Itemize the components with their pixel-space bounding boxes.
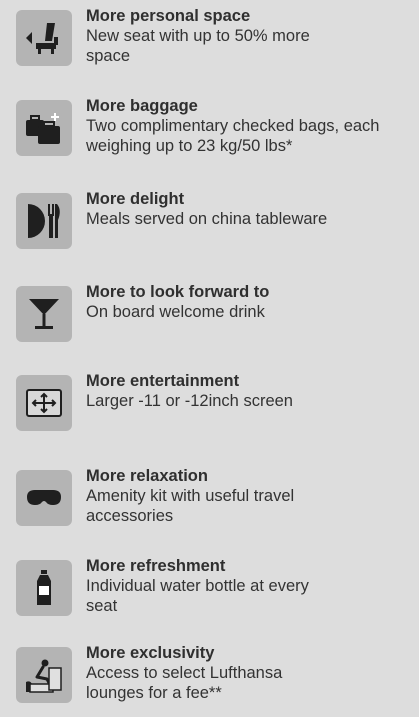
water-bottle-icon [16, 560, 72, 616]
feature-title: More entertainment [86, 372, 240, 390]
feature-item-welcome-drink: More to look forward to On board welcome… [16, 282, 416, 342]
feature-text: More baggage Two complimentary checked b… [86, 96, 416, 156]
feature-title: More to look forward to [86, 283, 270, 301]
feature-description: Meals served on china tableware [86, 210, 328, 228]
seat-icon [16, 10, 72, 66]
baggage-icon [16, 100, 72, 156]
feature-title: More delight [86, 190, 185, 208]
cocktail-icon [16, 286, 72, 342]
feature-item-exclusivity: More exclusivity Access to select Luftha… [16, 643, 416, 703]
screen-icon [16, 375, 72, 431]
feature-title: More exclusivity [86, 644, 215, 662]
feature-text: More relaxation Amenity kit with useful … [86, 466, 416, 526]
feature-description: New seat with up to 50% more space [86, 27, 310, 65]
feature-description: Larger -11 or -12inch screen [86, 392, 293, 410]
lounge-icon [16, 647, 72, 703]
sleep-mask-icon [16, 470, 72, 526]
feature-description: Individual water bottle at every seat [86, 577, 309, 615]
feature-text: More exclusivity Access to select Luftha… [86, 643, 416, 703]
feature-title: More personal space [86, 7, 251, 25]
feature-text: More personal space New seat with up to … [86, 6, 416, 66]
feature-item-relaxation: More relaxation Amenity kit with useful … [16, 466, 416, 526]
feature-item-entertainment: More entertainment Larger -11 or -12inch… [16, 371, 416, 431]
feature-text: More delight Meals served on china table… [86, 189, 416, 229]
feature-text: More to look forward to On board welcome… [86, 282, 416, 322]
feature-item-personal-space: More personal space New seat with up to … [16, 6, 416, 66]
feature-item-refreshment: More refreshment Individual water bottle… [16, 556, 416, 616]
feature-title: More refreshment [86, 557, 226, 575]
feature-item-baggage: More baggage Two complimentary checked b… [16, 96, 416, 156]
feature-item-delight: More delight Meals served on china table… [16, 189, 416, 249]
tableware-icon [16, 193, 72, 249]
feature-description: Access to select Lufthansa lounges for a… [86, 664, 283, 702]
feature-text: More entertainment Larger -11 or -12inch… [86, 371, 416, 411]
feature-text: More refreshment Individual water bottle… [86, 556, 416, 616]
feature-description: Two complimentary checked bags, each wei… [86, 117, 380, 155]
feature-title: More relaxation [86, 467, 208, 485]
feature-description: Amenity kit with useful travel accessori… [86, 487, 295, 525]
feature-title: More baggage [86, 97, 198, 115]
feature-description: On board welcome drink [86, 303, 265, 321]
